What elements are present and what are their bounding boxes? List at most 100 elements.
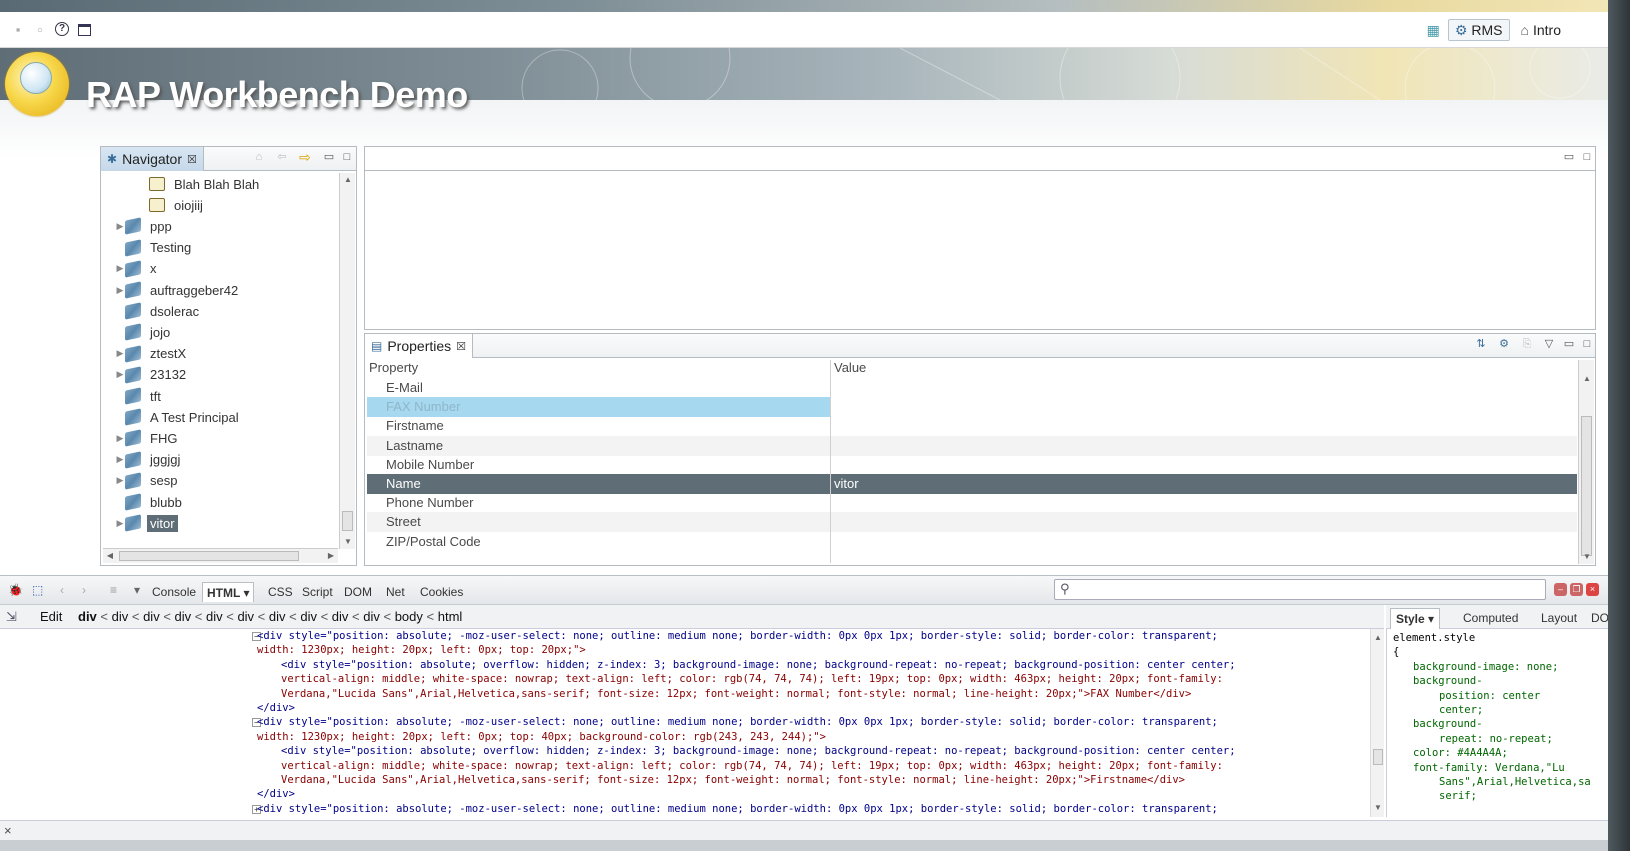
editor-maximize-icon[interactable]: □ [1581,151,1593,163]
firebug-close-icon[interactable]: × [1586,583,1599,596]
tree-item[interactable]: Testing [115,237,194,259]
expand-arrow-icon[interactable]: ▶ [115,454,125,465]
breadcrumb-item[interactable]: div [300,609,317,624]
status-close-icon[interactable]: × [4,823,12,838]
column-header-value[interactable]: Value [834,360,866,378]
tab-navigator[interactable]: ✱ Navigator ☒ [101,147,204,171]
help-icon[interactable]: ? [55,22,69,36]
tab-properties[interactable]: ▤ Properties ☒ [365,334,474,358]
breadcrumb-item[interactable]: div [206,609,223,624]
firebug-search-input[interactable]: ⚲ [1054,579,1546,600]
side-tab-computed[interactable]: Computed [1458,608,1523,629]
tree-item[interactable]: ▶ sesp [115,470,180,492]
forward-icon[interactable]: › [78,580,90,600]
home-nav-icon[interactable]: ⌂ [253,151,265,163]
expand-arrow-icon[interactable]: ▶ [115,221,125,232]
side-tab-style[interactable]: Style ▾ [1390,608,1441,629]
tree-item[interactable]: ▶ auftraggeber42 [115,279,241,301]
list-icon[interactable]: ≡ [106,580,121,600]
maximize-icon[interactable]: □ [341,151,353,163]
view-menu-icon[interactable]: ▽ [1543,338,1555,350]
scroll-down-icon[interactable]: ▼ [1580,550,1594,564]
property-row[interactable]: E-Mail [367,378,1577,398]
tree-item[interactable]: ▶ FHG [115,427,180,449]
tree-item[interactable]: ▶ ppp [115,215,175,237]
html-panel-scrollbar[interactable]: ▲ ▼ [1370,629,1384,817]
property-row[interactable]: Lastname [367,435,1577,456]
tree-item[interactable]: blubb [115,491,185,513]
back-icon[interactable]: ‹ [56,580,68,600]
scroll-down-icon[interactable]: ▼ [341,535,355,549]
scroll-down-icon[interactable]: ▼ [1371,801,1385,815]
property-row[interactable]: Name vitor [367,474,1577,494]
tree-item[interactable]: dsolerac [115,300,202,322]
properties-maximize-icon[interactable]: □ [1581,338,1593,350]
filter-advanced-icon[interactable]: ⚙ [1498,338,1510,350]
navigator-hscrollbar[interactable]: ◀ ▶ [103,548,338,563]
hscroll-thumb[interactable] [119,551,299,561]
close-icon[interactable]: ☒ [456,340,466,353]
expand-arrow-icon[interactable]: ▶ [115,475,125,486]
tree-item[interactable]: A Test Principal [115,406,242,428]
tab-dom[interactable]: DOM [340,582,376,602]
close-icon[interactable]: ☒ [187,153,197,166]
dropdown-icon[interactable]: ▾ [130,580,144,600]
forward-arrow-icon[interactable]: ⇨ [299,150,311,164]
property-row[interactable]: FAX Number [367,397,1577,418]
expand-arrow-icon[interactable]: ▶ [115,348,125,359]
save-icon[interactable]: ▪ [10,22,26,38]
restore-default-icon[interactable]: ⎘ [1521,338,1533,350]
breadcrumb-item[interactable]: body [395,609,423,624]
firebug-icon[interactable]: 🐞 [4,580,27,600]
tab-net[interactable]: Net [382,582,409,602]
expand-arrow-icon[interactable]: ▶ [115,263,125,274]
tab-html[interactable]: HTML ▾ [202,582,255,602]
tree-item[interactable]: ▶ vitor [115,512,178,534]
property-value[interactable]: vitor [834,474,859,494]
minimize-icon[interactable]: ▭ [323,151,335,163]
tab-cookies[interactable]: Cookies [416,582,467,602]
window-icon[interactable] [78,24,91,36]
firebug-detach-icon[interactable]: ❐ [1570,583,1583,596]
scroll-up-icon[interactable]: ▲ [341,173,355,187]
tree-item[interactable]: Blah Blah Blah [139,173,262,195]
tree-item[interactable]: jojo [115,321,173,343]
scroll-up-icon[interactable]: ▲ [1371,631,1385,645]
breadcrumb-item[interactable]: div [363,609,380,624]
property-row[interactable]: Phone Number [367,493,1577,513]
editor-minimize-icon[interactable]: ▭ [1563,151,1575,163]
property-row[interactable]: Firstname [367,416,1577,436]
breadcrumb-item[interactable]: div [332,609,349,624]
scroll-up-icon[interactable]: ▲ [1580,372,1594,386]
breadcrumb-item[interactable]: div [112,609,129,624]
expand-panel-icon[interactable]: ⇲ [6,605,17,629]
property-row[interactable]: Mobile Number [367,455,1577,475]
tree-item[interactable]: ▶ x [115,258,160,280]
firebug-minimize-icon[interactable]: – [1554,583,1567,596]
properties-minimize-icon[interactable]: ▭ [1563,338,1575,350]
scroll-thumb[interactable] [1373,749,1383,765]
property-row[interactable]: ZIP/Postal Code [367,532,1577,552]
navigator-vscrollbar[interactable]: ▲ ▼ [339,173,355,549]
inspect-icon[interactable]: ⬚ [28,580,47,600]
breadcrumb-item[interactable]: div [237,609,254,624]
tree-item[interactable]: ▶ jggjgj [115,449,183,471]
breadcrumb-item[interactable]: div [143,609,160,624]
open-perspective-icon[interactable]: ▦ [1423,19,1444,41]
breadcrumb-item[interactable]: html [438,609,463,624]
column-header-property[interactable]: Property [369,360,418,378]
back-arrow-icon[interactable]: ⇦ [276,151,288,163]
tree-item[interactable]: tft [115,385,164,407]
perspective-intro[interactable]: ⌂ Intro [1514,19,1568,41]
tree-item[interactable]: oiojiij [139,194,206,216]
scroll-thumb[interactable] [1581,416,1592,556]
side-tab-layout[interactable]: Layout [1536,608,1582,629]
tab-css[interactable]: CSS [264,582,297,602]
scroll-thumb[interactable] [342,511,353,531]
expand-arrow-icon[interactable]: ▶ [115,433,125,444]
tab-console[interactable]: Console [148,582,200,602]
scroll-left-icon[interactable]: ◀ [103,549,117,563]
categories-icon[interactable]: ⇅ [1475,338,1487,350]
expand-arrow-icon[interactable]: ▶ [115,285,125,296]
tree-item[interactable]: ▶ 23132 [115,364,189,386]
